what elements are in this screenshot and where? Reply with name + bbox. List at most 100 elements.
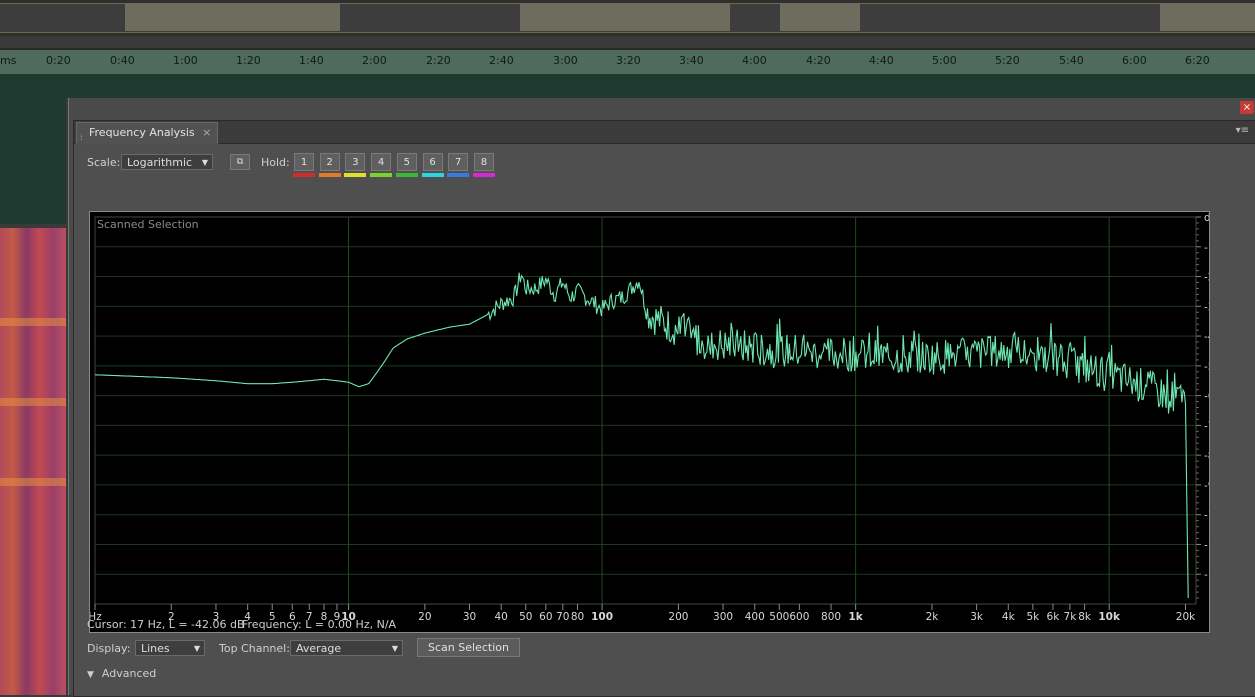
x-tick-label: 40 [495, 611, 508, 623]
x-tick-label: 100 [591, 611, 613, 623]
advanced-label: Advanced [101, 667, 157, 680]
hold-label: Hold: [261, 156, 290, 169]
waveform-track[interactable] [0, 74, 1255, 98]
top-channel-dropdown[interactable]: Average ▼ [290, 640, 403, 656]
hold-button-2[interactable]: 2 [319, 153, 340, 171]
ruler-tick-label: 6:20 [1185, 54, 1210, 67]
frequency-graph[interactable]: Hz 2 3 4 5 6 7 8 9 10 20 30 40 50 60 70 80 100 200 300 400 50… [89, 211, 1210, 633]
x-tick-label: 400 [745, 611, 765, 623]
spectral-band [0, 478, 66, 486]
waveform-overview[interactable] [0, 0, 1255, 36]
hold-color-swatch [447, 173, 470, 177]
y-tick-label: -90 [1204, 480, 1209, 492]
chevron-down-icon: ▼ [193, 644, 200, 653]
tab-close-icon[interactable]: × [202, 126, 211, 139]
advanced-toggle[interactable]: ▼ Advanced [87, 667, 156, 680]
ruler-tick-label: 3:20 [616, 54, 641, 67]
display-dropdown[interactable]: Lines ▼ [135, 640, 205, 656]
hold-button-3[interactable]: 3 [345, 153, 366, 171]
y-tick-label: -80 [1204, 450, 1209, 462]
ruler-tick-label: ms [0, 54, 17, 67]
x-tick-label: 500 [769, 611, 789, 623]
overview-highlight [125, 3, 340, 31]
hold-button-5[interactable]: 5 [396, 153, 417, 171]
x-tick-label: 80 [571, 611, 584, 623]
window-close-button[interactable]: × [1240, 101, 1254, 114]
x-tick-label: 20 [418, 611, 431, 623]
x-tick-label: 7k [1064, 611, 1078, 623]
spectral-band [0, 398, 66, 406]
spectral-band [0, 318, 66, 326]
hold-color-swatch [293, 173, 315, 177]
hold-button-4[interactable]: 4 [371, 153, 392, 171]
ruler-tick-label: 5:40 [1059, 54, 1084, 67]
panel-menu-icon[interactable]: ▾≡ [1236, 125, 1249, 136]
graph-caption: Scanned Selection [97, 218, 199, 231]
y-tick-label: -40 [1204, 331, 1209, 343]
time-ruler[interactable]: ms 0:20 0:40 1:00 1:20 1:40 2:00 2:20 2:40 3:00 3:… [0, 48, 1255, 74]
display-value: Lines [141, 642, 170, 655]
x-tick-label: 60 [539, 611, 552, 623]
ruler-tick-label: 3:40 [679, 54, 704, 67]
ruler-tick-label: 6:00 [1122, 54, 1147, 67]
hold-button-6[interactable]: 6 [422, 153, 443, 171]
hold-button-8[interactable]: 8 [473, 153, 494, 171]
y-tick-label: -20 [1204, 272, 1209, 284]
ruler-tick-label: 0:20 [46, 54, 71, 67]
panel-tab-bar: ⁞ Frequency Analysis × ▾≡ [74, 121, 1255, 144]
ruler-tick-label: 5:00 [932, 54, 957, 67]
hold-button-7[interactable]: 7 [448, 153, 469, 171]
tab-frequency-analysis[interactable]: ⁞ Frequency Analysis × [76, 122, 219, 144]
copy-to-clipboard-button[interactable]: ⧉ [230, 154, 250, 170]
hold-color-swatch [318, 173, 341, 177]
y-tick-label: -100 [1204, 510, 1209, 522]
waveform-track-left[interactable] [0, 98, 66, 224]
tab-title: Frequency Analysis [89, 126, 195, 139]
x-tick-label: 5k [1026, 611, 1040, 623]
y-tick-label: -120 [1204, 569, 1209, 581]
ruler-tick-label: 1:00 [173, 54, 198, 67]
y-tick-label: -110 [1204, 539, 1209, 551]
hold-color-swatch [395, 173, 418, 177]
scan-selection-button[interactable]: Scan Selection [417, 638, 520, 657]
ruler-tick-label: 2:00 [362, 54, 387, 67]
ruler-tick-label: 5:20 [995, 54, 1020, 67]
copy-icon: ⧉ [236, 157, 244, 167]
x-tick-label: 1k [848, 611, 863, 623]
ruler-tick-label: 1:20 [236, 54, 261, 67]
y-tick-label: -50 [1204, 361, 1209, 373]
top-channel-value: Average [296, 642, 342, 655]
y-tick-label: -30 [1204, 301, 1209, 313]
ruler-tick-label: 2:40 [489, 54, 514, 67]
x-tick-label: 2k [926, 611, 940, 623]
y-tick-label: dB [1204, 212, 1209, 224]
y-tick-label: -10 [1204, 242, 1209, 254]
spectral-display[interactable] [0, 228, 66, 695]
overview-highlight [1160, 3, 1255, 31]
ruler-tick-label: 2:20 [426, 54, 451, 67]
x-tick-label: 50 [519, 611, 532, 623]
ruler-tick-label: 0:40 [110, 54, 135, 67]
top-channel-label: Top Channel: [219, 642, 290, 655]
ruler-tick-label: 4:40 [869, 54, 894, 67]
x-tick-label: 70 [556, 611, 569, 623]
x-tick-label: 800 [821, 611, 841, 623]
hold-color-swatch [472, 173, 495, 177]
frequency-analysis-panel: ⁞ Frequency Analysis × ▾≡ Scale: Logarit… [73, 120, 1255, 697]
ruler-tick-label: 4:00 [742, 54, 767, 67]
frequency-plot: Hz 2 3 4 5 6 7 8 9 10 20 30 40 50 60 70 80 100 200 300 400 50… [90, 212, 1209, 623]
ruler-tick-label: 3:00 [553, 54, 578, 67]
chevron-down-icon: ▼ [201, 158, 208, 167]
cursor-readout: Cursor: 17 Hz, L = -42.06 dB [87, 618, 245, 631]
y-tick-label: -60 [1204, 391, 1209, 403]
x-tick-label: 200 [668, 611, 688, 623]
ruler-tick-label: 4:20 [806, 54, 831, 67]
y-tick-label: -70 [1204, 420, 1209, 432]
grip-icon[interactable]: ⁞ [80, 128, 83, 148]
frequency-readout: Frequency: L = 0.00 Hz, N/A [242, 618, 397, 631]
hold-button-1[interactable]: 1 [294, 153, 314, 171]
plot-area [94, 216, 1197, 605]
chevron-down-icon: ▼ [391, 644, 398, 653]
scale-dropdown[interactable]: Logarithmic ▼ [121, 154, 213, 170]
x-tick-label: 6k [1047, 611, 1061, 623]
